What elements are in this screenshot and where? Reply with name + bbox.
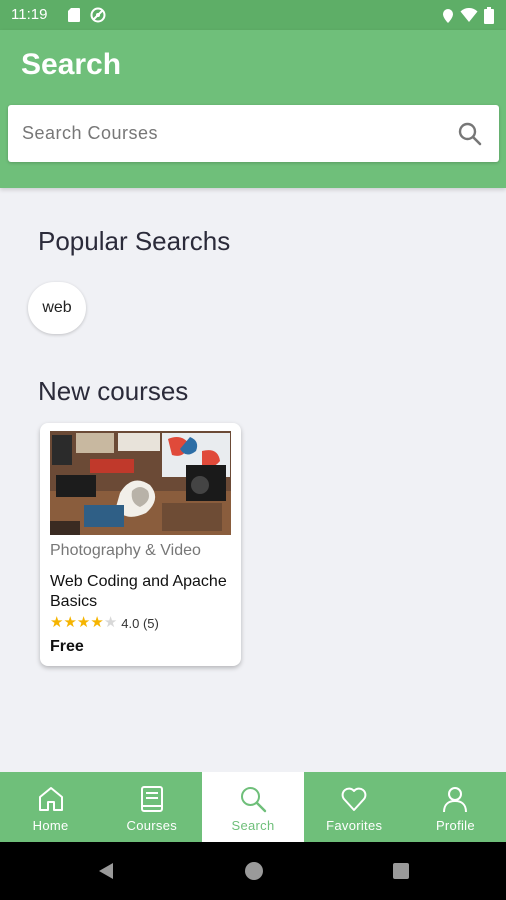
search-icon[interactable] xyxy=(457,121,483,147)
nav-label-search: Search xyxy=(231,818,275,833)
home-icon xyxy=(36,784,66,814)
nav-item-courses[interactable]: Courses xyxy=(101,772,202,842)
system-nav-bar xyxy=(0,842,506,900)
star-filled-icon: ★ xyxy=(50,614,64,631)
course-category: Photography & Video xyxy=(50,542,201,559)
star-filled-icon: ★ xyxy=(63,614,77,631)
new-courses-heading: New courses xyxy=(38,376,189,406)
battery-icon xyxy=(484,7,494,29)
search-chip-web[interactable]: web xyxy=(28,282,86,334)
page-title: Search xyxy=(21,48,122,81)
nav-item-profile[interactable]: Profile xyxy=(405,772,506,842)
person-icon xyxy=(440,784,470,814)
nav-item-search[interactable]: Search xyxy=(202,772,304,842)
star-filled-icon: ★ xyxy=(90,614,104,631)
nav-label-courses: Courses xyxy=(126,818,178,833)
back-icon[interactable] xyxy=(96,861,116,886)
nav-item-favorites[interactable]: Favorites xyxy=(304,772,405,842)
course-rating: ★ ★ ★ ★ ★ 4.0 (5) xyxy=(50,615,159,631)
no-data-icon xyxy=(90,7,106,28)
popular-searches-heading: Popular Searchs xyxy=(38,226,231,256)
search-icon xyxy=(238,784,268,814)
course-title: Web Coding and Apache Basics xyxy=(50,573,227,610)
nav-label-home: Home xyxy=(32,818,69,833)
home-circle-icon[interactable] xyxy=(244,861,264,886)
nav-item-home[interactable]: Home xyxy=(0,772,101,842)
search-box[interactable] xyxy=(8,105,499,162)
recents-icon[interactable] xyxy=(391,861,411,886)
heart-icon xyxy=(339,784,369,814)
course-thumbnail xyxy=(50,431,231,535)
rating-text: 4.0 (5) xyxy=(121,615,159,631)
nav-label-favorites: Favorites xyxy=(326,818,383,833)
location-icon xyxy=(442,8,454,29)
sd-card-icon xyxy=(67,7,81,28)
app-bar: Search xyxy=(0,30,506,188)
star-filled-icon: ★ xyxy=(76,614,91,631)
search-input[interactable] xyxy=(22,105,442,162)
nav-label-profile: Profile xyxy=(435,818,475,833)
status-time: 11:19 xyxy=(11,6,48,23)
course-price: Free xyxy=(50,638,84,655)
star-empty-icon: ★ xyxy=(103,614,118,631)
book-icon xyxy=(137,784,167,814)
wifi-icon xyxy=(460,7,478,28)
course-card[interactable]: Photography & Video Web Coding and Apach… xyxy=(40,423,241,666)
status-bar: 11:19 xyxy=(0,0,506,30)
bottom-nav: Home Courses Search Favorites Profile xyxy=(0,772,506,842)
